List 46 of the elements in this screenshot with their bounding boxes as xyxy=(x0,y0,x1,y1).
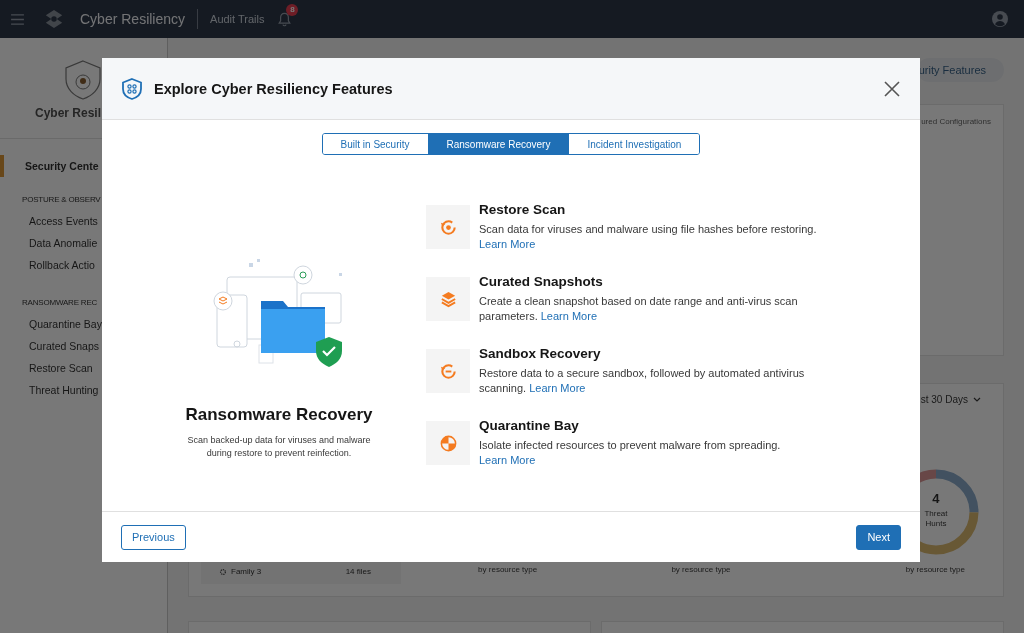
feature-description: Isolate infected resources to prevent malware from spreading. Learn More xyxy=(479,438,782,468)
feature-title: Restore Scan xyxy=(479,202,567,218)
previous-button[interactable]: Previous xyxy=(121,524,186,550)
feature-title: Quarantine Bay xyxy=(479,418,580,434)
feature-description: Create a clean snapshot based on date range and anti-virus scan parameters. Learn More xyxy=(479,294,799,324)
chevron-down-icon xyxy=(973,397,981,402)
chart-caption: by resource type xyxy=(671,565,731,574)
shield-icon xyxy=(122,77,142,100)
feature-description: Scan backed-up data for viruses and malware during restore to prevent reinfection. xyxy=(186,434,372,460)
app-logo-icon xyxy=(44,9,64,29)
sidebar-heading: Cyber Resil xyxy=(35,106,102,120)
learn-more-link[interactable]: Learn More xyxy=(479,454,536,466)
chart-caption: by resource type xyxy=(478,565,538,574)
next-button[interactable]: Next xyxy=(856,524,901,550)
bell-icon[interactable] xyxy=(278,11,292,27)
feature-title: Curated Snapshots xyxy=(479,274,604,290)
tab[interactable]: Incident Investigation xyxy=(568,134,700,154)
disc-restore-icon xyxy=(438,361,458,381)
donut-value: 4 xyxy=(931,491,941,506)
shield-icon xyxy=(63,59,103,101)
user-avatar-icon[interactable] xyxy=(992,11,1008,27)
close-icon[interactable] xyxy=(884,80,900,97)
donut-label: Threat Hunts xyxy=(923,509,949,529)
dialog-title: Explore Cyber Resiliency Features xyxy=(154,80,393,97)
notification-badge: 8 xyxy=(286,3,299,16)
learn-more-link[interactable]: Learn More xyxy=(529,382,586,394)
feature-title: Ransomware Recovery xyxy=(185,405,373,425)
chart-caption: by resource type xyxy=(905,565,965,574)
gear-icon xyxy=(219,567,227,576)
family-label: Family 3 xyxy=(219,567,262,576)
period-dropdown[interactable]: st 30 Days xyxy=(920,394,981,405)
feature-description: Scan data for viruses and malware using file hashes before restoring. Learn More xyxy=(479,222,818,252)
card-title: ured Configurations xyxy=(921,117,991,126)
app-title: Cyber Resiliency xyxy=(80,11,186,27)
feature-title: Sandbox Recovery xyxy=(479,346,602,362)
disc-scan-icon xyxy=(438,217,458,237)
quartered-circle-icon xyxy=(438,433,458,453)
menu-icon[interactable] xyxy=(11,13,24,25)
learn-more-link[interactable]: Learn More xyxy=(479,238,536,250)
feature-description: Restore data to a secure sandbox, followed by automated antivirus scanning. Learn More xyxy=(479,366,806,396)
section-heading: POSTURE & OBSERV xyxy=(21,194,102,206)
learn-more-link[interactable]: Learn More xyxy=(540,310,597,322)
file-count: 14 files xyxy=(345,567,371,576)
tab[interactable]: Ransomware Recovery xyxy=(427,134,569,154)
section-heading: RANSOMWARE REC xyxy=(21,297,99,309)
audit-trails-link[interactable]: Audit Trails xyxy=(210,13,265,25)
